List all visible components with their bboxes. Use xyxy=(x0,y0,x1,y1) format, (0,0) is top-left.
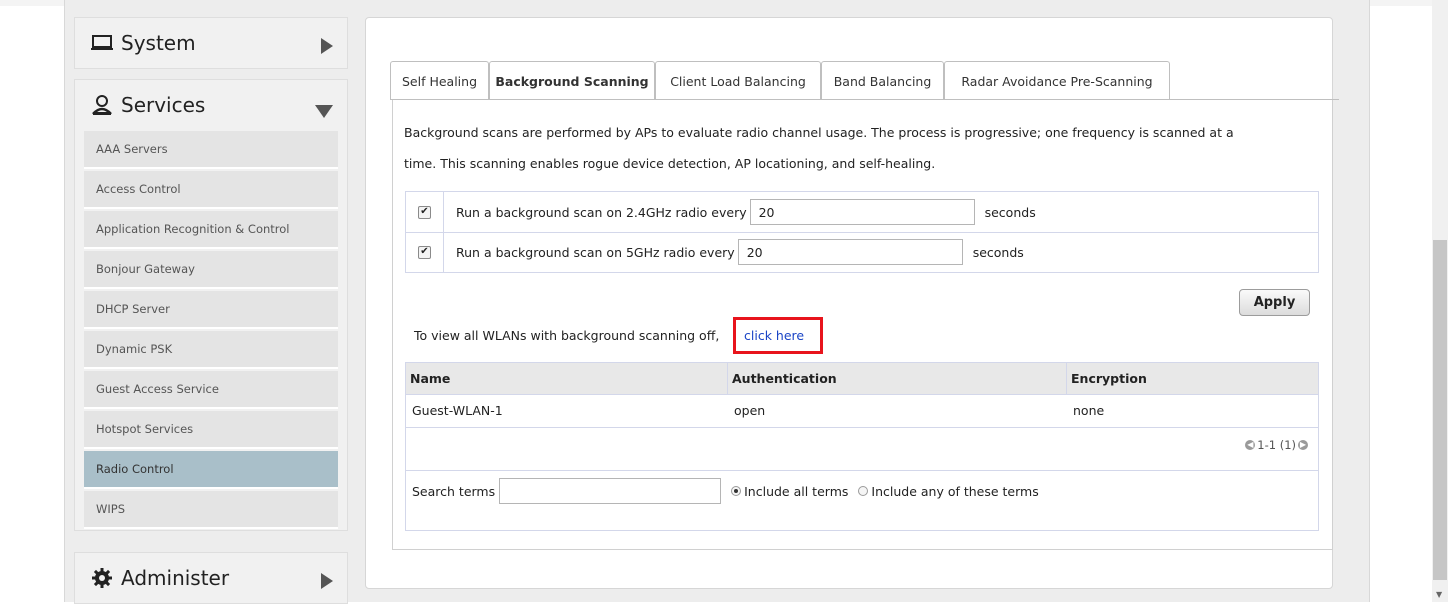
checkbox-5ghz[interactable]: ✔ xyxy=(418,245,431,259)
scan-24ghz-interval-input[interactable] xyxy=(749,199,975,225)
sidebar-item-hotspot-services[interactable]: Hotspot Services xyxy=(84,411,338,449)
scan-settings-box: ✔ Run a background scan on 2.4GHz radio … xyxy=(405,191,1319,273)
column-header-authentication[interactable]: Authentication xyxy=(728,363,1067,394)
pager: ◀ 1-1 (1) ▶ xyxy=(1245,438,1308,452)
chevron-down-icon xyxy=(315,99,333,123)
sidebar-item-label: Bonjour Gateway xyxy=(96,262,195,276)
services-icon xyxy=(91,95,113,115)
next-page-icon[interactable]: ▶ xyxy=(1298,440,1308,450)
checkbox-24ghz[interactable]: ✔ xyxy=(418,205,431,219)
sidebar-item-label: Dynamic PSK xyxy=(96,342,173,356)
sidebar-item-label: Hotspot Services xyxy=(96,422,194,436)
search-row: Search terms Include all terms Include a… xyxy=(406,471,1318,511)
tab-label: Background Scanning xyxy=(495,74,649,89)
sidebar-item-guest-access[interactable]: Guest Access Service xyxy=(84,371,338,409)
search-terms-input[interactable] xyxy=(499,478,722,504)
radio-include-all-label: Include all terms xyxy=(744,483,849,499)
table-cell-name: Guest-WLAN-1 xyxy=(412,403,503,418)
sidebar-item-dynamic-psk[interactable]: Dynamic PSK xyxy=(84,331,338,369)
sidebar-system-label: System xyxy=(121,31,196,55)
sidebar-item-label: WIPS xyxy=(96,502,125,516)
click-here-link[interactable]: click here xyxy=(744,328,804,343)
scrollbar-thumb[interactable] xyxy=(1433,240,1447,580)
chevron-right-icon xyxy=(321,570,333,594)
radio-include-any[interactable]: Include any of these terms xyxy=(858,483,1039,499)
sidebar-services-label: Services xyxy=(121,93,206,117)
radio-button[interactable] xyxy=(731,486,742,496)
sidebar-item-access-control[interactable]: Access Control xyxy=(84,171,338,209)
tab-radar-avoidance[interactable]: Radar Avoidance Pre-Scanning xyxy=(944,61,1170,100)
prev-page-icon[interactable]: ◀ xyxy=(1245,440,1256,450)
chevron-right-icon xyxy=(321,35,333,59)
column-header-encryption[interactable]: Encryption xyxy=(1067,363,1318,394)
tab-self-healing[interactable]: Self Healing xyxy=(390,61,489,100)
pager-text: 1-1 (1) xyxy=(1257,438,1296,452)
sidebar-item-label: Radio Control xyxy=(96,462,174,476)
scroll-down-arrow-icon[interactable]: ▼ xyxy=(1436,590,1442,599)
sidebar-item-radio-control[interactable]: Radio Control xyxy=(84,451,338,489)
tab-label: Band Balancing xyxy=(833,73,932,89)
tab-client-load-balancing[interactable]: Client Load Balancing xyxy=(655,61,821,100)
tab-label: Radar Avoidance Pre-Scanning xyxy=(961,73,1153,89)
scan-24ghz-label: Run a background scan on 2.4GHz radio ev… xyxy=(456,204,747,220)
scan-row-5ghz: ✔ Run a background scan on 5GHz radio ev… xyxy=(406,232,1318,272)
sidebar-administer-label: Administer xyxy=(121,566,230,590)
description-line-1: Background scans are performed by APs to… xyxy=(404,125,1234,140)
wlan-table: Name Authentication Encryption Guest-WLA… xyxy=(405,362,1319,531)
sidebar-item-label: Application Recognition & Control xyxy=(96,222,290,236)
monitor-icon xyxy=(91,33,113,53)
sidebar-item-bonjour-gateway[interactable]: Bonjour Gateway xyxy=(84,251,338,289)
radio-button[interactable] xyxy=(858,486,869,496)
sidebar-services-header[interactable]: Services xyxy=(75,80,347,130)
table-cell-authentication: open xyxy=(734,403,766,418)
sidebar-item-aaa-servers[interactable]: AAA Servers xyxy=(84,131,338,169)
tab-band-balancing[interactable]: Band Balancing xyxy=(821,61,944,100)
search-terms-label: Search terms xyxy=(412,483,496,499)
sidebar-administer-section[interactable]: Administer xyxy=(74,552,348,604)
sidebar-item-label: AAA Servers xyxy=(96,142,168,156)
gear-icon xyxy=(91,568,113,588)
sidebar-item-wips[interactable]: WIPS xyxy=(84,491,338,529)
sidebar-item-dhcp-server[interactable]: DHCP Server xyxy=(84,291,338,329)
sidebar-item-label: Guest Access Service xyxy=(96,382,219,396)
scan-5ghz-interval-input[interactable] xyxy=(737,239,963,265)
radio-include-all[interactable]: Include all terms xyxy=(731,484,848,499)
description-line-2: time. This scanning enables rogue device… xyxy=(404,156,936,171)
tab-background-scanning[interactable]: Background Scanning xyxy=(489,61,655,101)
column-header-name[interactable]: Name xyxy=(406,363,728,394)
scan-24ghz-unit: seconds xyxy=(984,204,1036,220)
apply-button[interactable]: Apply xyxy=(1239,289,1310,316)
scan-5ghz-label: Run a background scan on 5GHz radio ever… xyxy=(456,244,735,260)
scan-row-24ghz: ✔ Run a background scan on 2.4GHz radio … xyxy=(406,192,1318,233)
tab-label: Client Load Balancing xyxy=(670,73,806,89)
sidebar-item-label: Access Control xyxy=(96,182,181,196)
scan-5ghz-unit: seconds xyxy=(972,244,1024,260)
sidebar-item-app-recognition[interactable]: Application Recognition & Control xyxy=(84,211,338,249)
sidebar-system-section[interactable]: System xyxy=(74,17,348,69)
sidebar-item-label: DHCP Server xyxy=(96,302,170,316)
radio-include-any-label: Include any of these terms xyxy=(871,483,1039,499)
table-cell-encryption: none xyxy=(1073,403,1105,418)
wlan-off-text: To view all WLANs with background scanni… xyxy=(414,328,720,343)
tab-label: Self Healing xyxy=(401,73,478,89)
